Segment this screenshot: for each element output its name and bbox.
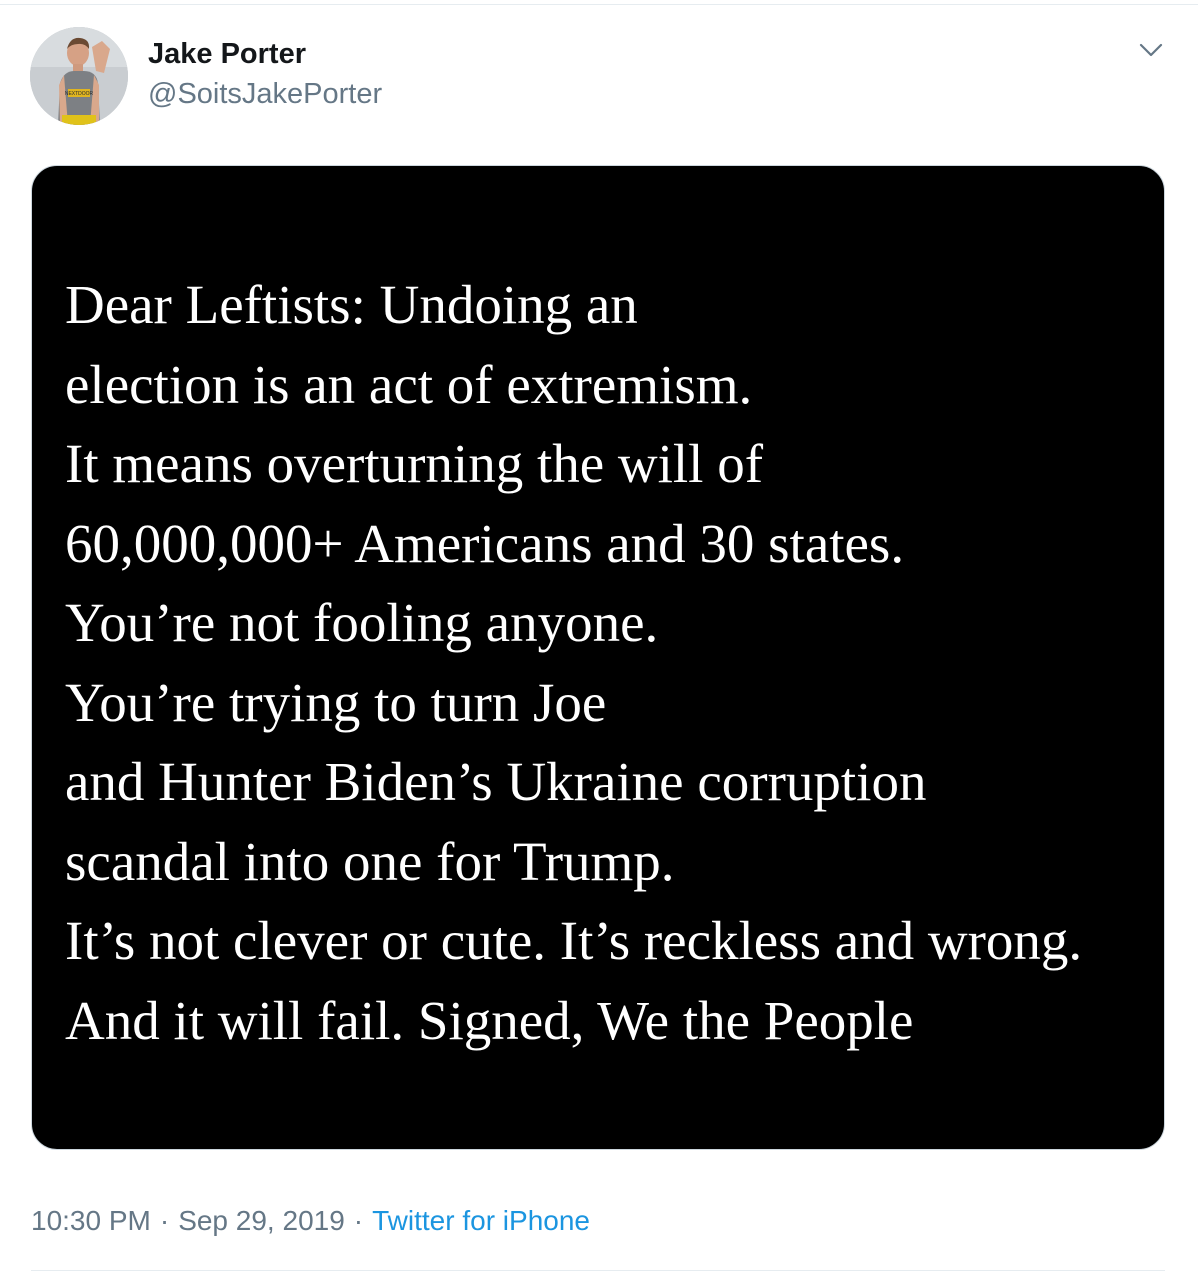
image-text-line: It’s not clever or cute. It’s reckless a… xyxy=(65,910,1083,971)
image-text-line: And it will fail. Signed, We the People xyxy=(65,989,914,1051)
image-text-line: and Hunter Biden’s Ukraine corruption xyxy=(65,751,927,812)
avatar-photo: NEXTDOOR xyxy=(30,27,128,125)
separator: · xyxy=(159,1205,170,1236)
chevron-down-icon xyxy=(1139,43,1163,57)
more-options-button[interactable] xyxy=(1134,36,1168,64)
top-divider xyxy=(0,4,1198,5)
image-text-line: You’re trying to turn Joe xyxy=(65,671,607,733)
tweet-metadata: 10:30 PM · Sep 29, 2019 · Twitter for iPhone xyxy=(31,1203,590,1239)
image-text-line: 60,000,000+ Americans and 30 states. xyxy=(65,512,905,574)
avatar[interactable]: NEXTDOOR xyxy=(30,27,128,125)
tweet-date[interactable]: Sep 29, 2019 xyxy=(178,1205,345,1236)
image-text-line: election is an act of extremism. xyxy=(65,353,753,415)
tweet-source-link[interactable]: Twitter for iPhone xyxy=(372,1205,590,1236)
author-handle[interactable]: @SoitsJakePorter xyxy=(148,76,382,112)
tweet-image[interactable]: Dear Leftists: Undoing an election is an… xyxy=(31,165,1165,1150)
image-text-line: It means overturning the will of xyxy=(65,433,764,494)
image-text-line: scandal into one for Trump. xyxy=(65,830,675,892)
image-text-line: Dear Leftists: Undoing an xyxy=(65,274,638,335)
tweet-time[interactable]: 10:30 PM xyxy=(31,1205,151,1236)
avatar-shirt-text: NEXTDOOR xyxy=(65,91,94,97)
image-text-line: You’re not fooling anyone. xyxy=(65,592,659,653)
author-name[interactable]: Jake Porter xyxy=(148,36,306,72)
bottom-divider xyxy=(31,1270,1165,1271)
separator: · xyxy=(353,1205,364,1236)
image-text: Dear Leftists: Undoing an election is an… xyxy=(65,265,1160,1060)
